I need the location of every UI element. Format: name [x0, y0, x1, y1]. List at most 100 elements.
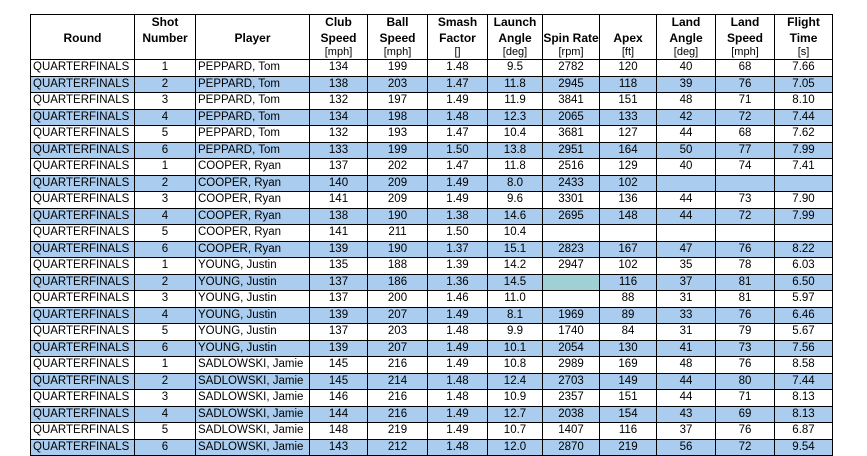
club-speed-cell: 132 [309, 92, 368, 110]
player-cell: COOPER, Ryan [195, 224, 310, 242]
header-line-2: Round [63, 30, 102, 45]
land-speed-cell [715, 224, 775, 242]
smash-factor-cell: 1.49 [427, 406, 488, 423]
header-line-2: Angle [669, 30, 703, 45]
launch-angle-cell: 10.9 [487, 389, 543, 407]
club-speed-cell: 148 [309, 422, 368, 440]
header-unit: [deg] [502, 46, 528, 58]
player-cell: YOUNG, Justin [195, 274, 310, 291]
player-cell: COOPER, Ryan [195, 191, 310, 209]
club-speed-cell: 139 [309, 241, 368, 258]
smash-factor-cell: 1.48 [427, 439, 488, 456]
club-speed-cell: 133 [309, 142, 368, 159]
player-cell: SADLOWSKI, Jamie [195, 406, 310, 423]
shot-number-cell: 2 [134, 373, 196, 390]
spin-rate-cell: 2433 [542, 175, 600, 192]
launch-angle-cell: 12.0 [487, 439, 543, 456]
header-unit: [mph] [383, 46, 412, 58]
land-speed-cell: 69 [715, 406, 775, 423]
shot-number-cell: 5 [134, 224, 196, 242]
flight-time-cell: 7.99 [774, 208, 833, 225]
player-cell: SADLOWSKI, Jamie [195, 389, 310, 407]
land-angle-cell: 35 [656, 257, 716, 275]
table-body: QUARTERFINALS 1 PEPPARD, Tom 134 199 1.48 9.5 2… [30, 59, 833, 456]
spin-rate-cell: 2782 [542, 59, 600, 77]
club-speed-cell: 141 [309, 224, 368, 242]
apex-cell: 149 [599, 373, 657, 390]
launch-angle-cell: 10.4 [487, 224, 543, 242]
land-speed-cell: 73 [715, 340, 775, 357]
apex-cell: 219 [599, 439, 657, 456]
table-row: QUARTERFINALS 5 SADLOWSKI, Jamie 148 219 1.49… [30, 422, 833, 440]
player-cell: PEPPARD, Tom [195, 92, 310, 110]
land-angle-cell: 48 [656, 356, 716, 374]
header-unit: [ft] [621, 46, 635, 58]
column-header-land-speed: Land Speed [mph] [715, 14, 775, 60]
header-line-1: Shot [151, 15, 179, 30]
smash-factor-cell: 1.49 [427, 175, 488, 192]
round-cell: QUARTERFINALS [30, 274, 135, 291]
launch-angle-cell: 11.8 [487, 76, 543, 93]
ball-speed-cell: 200 [367, 290, 428, 308]
shot-number-cell: 3 [134, 389, 196, 407]
flight-time-cell: 7.05 [774, 76, 833, 93]
header-line-2: Number [142, 30, 188, 45]
launch-angle-cell: 12.7 [487, 406, 543, 423]
flight-time-cell: 9.54 [774, 439, 833, 456]
apex-cell: 129 [599, 158, 657, 176]
land-speed-cell: 76 [715, 356, 775, 374]
club-speed-cell: 145 [309, 373, 368, 390]
land-speed-cell: 76 [715, 307, 775, 324]
player-cell: SADLOWSKI, Jamie [195, 356, 310, 374]
apex-cell: 116 [599, 422, 657, 440]
flight-time-cell: 6.03 [774, 257, 833, 275]
flight-time-cell: 7.56 [774, 340, 833, 357]
ball-speed-cell: 190 [367, 208, 428, 225]
flight-time-cell: 7.99 [774, 142, 833, 159]
ball-speed-cell: 193 [367, 125, 428, 143]
column-header-player: Player [195, 14, 310, 60]
land-angle-cell [656, 224, 716, 242]
table-header: Round Shot Number Player Club Speed [mph] Ball S… [30, 14, 833, 60]
smash-factor-cell: 1.36 [427, 274, 488, 291]
land-speed-cell: 71 [715, 389, 775, 407]
header-line-2: Factor [439, 30, 476, 45]
club-speed-cell: 141 [309, 191, 368, 209]
ball-speed-cell: 219 [367, 422, 428, 440]
flight-time-cell: 7.62 [774, 125, 833, 143]
round-cell: QUARTERFINALS [30, 224, 135, 242]
table-row: QUARTERFINALS 4 YOUNG, Justin 139 207 1.49 8.1… [30, 307, 833, 324]
spin-rate-cell: 2947 [542, 257, 600, 275]
player-cell: YOUNG, Justin [195, 323, 310, 341]
apex-cell: 154 [599, 406, 657, 423]
club-speed-cell: 139 [309, 340, 368, 357]
round-cell: QUARTERFINALS [30, 92, 135, 110]
land-angle-cell: 41 [656, 340, 716, 357]
spin-rate-cell: 2870 [542, 439, 600, 456]
round-cell: QUARTERFINALS [30, 241, 135, 258]
launch-angle-cell: 14.2 [487, 257, 543, 275]
header-line-1: Smash [437, 15, 478, 30]
header-line-2: Player [234, 30, 271, 45]
club-speed-cell: 137 [309, 158, 368, 176]
smash-factor-cell: 1.48 [427, 389, 488, 407]
smash-factor-cell: 1.48 [427, 109, 488, 126]
player-cell: PEPPARD, Tom [195, 59, 310, 77]
land-angle-cell: 33 [656, 307, 716, 324]
header-line-2: Speed [379, 30, 416, 45]
round-cell: QUARTERFINALS [30, 307, 135, 324]
flight-time-cell: 8.10 [774, 92, 833, 110]
flight-time-cell: 7.44 [774, 109, 833, 126]
header-line-1 [32, 16, 134, 31]
club-speed-cell: 140 [309, 175, 368, 192]
launch-angle-cell: 12.3 [487, 109, 543, 126]
column-header-ball-speed: Ball Speed [mph] [367, 14, 428, 60]
launch-angle-cell: 13.8 [487, 142, 543, 159]
shot-number-cell: 2 [134, 76, 196, 93]
ball-speed-cell: 199 [367, 142, 428, 159]
land-angle-cell: 39 [656, 76, 716, 93]
player-cell: SADLOWSKI, Jamie [195, 373, 310, 390]
club-speed-cell: 146 [309, 389, 368, 407]
launch-angle-cell: 10.8 [487, 356, 543, 374]
flight-time-cell: 5.97 [774, 290, 833, 308]
